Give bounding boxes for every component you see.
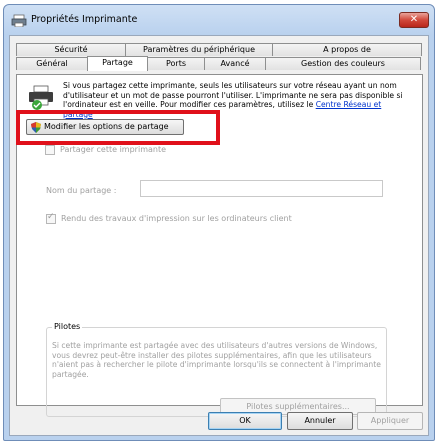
apply-button[interactable]: Appliquer (357, 412, 423, 430)
shared-printer-icon (29, 85, 53, 110)
tab-a-propos[interactable]: A propos de (272, 43, 422, 56)
tab-row-top: Sécurité Paramètres du périphérique A pr… (16, 43, 422, 56)
share-name-input[interactable] (140, 180, 383, 197)
tab-general[interactable]: Général (16, 57, 88, 70)
properties-window: Propriétés Imprimante ✕ Sécurité Paramèt… (3, 4, 435, 441)
tab-gestion-couleurs[interactable]: Gestion des couleurs (265, 57, 421, 70)
close-button[interactable]: ✕ (399, 12, 429, 28)
close-icon: ✕ (409, 14, 419, 25)
tab-row-bottom: Général Partage Ports Avancé Gestion des… (16, 56, 421, 71)
tab-partage[interactable]: Partage (87, 56, 148, 71)
cancel-button[interactable]: Annuler (287, 412, 353, 430)
title-bar[interactable]: Propriétés Imprimante ✕ (4, 5, 434, 35)
window-title: Propriétés Imprimante (31, 14, 138, 25)
ok-button[interactable]: OK (208, 412, 282, 430)
share-name-label: Nom du partage : (46, 186, 117, 195)
tab-avance[interactable]: Avancé (204, 57, 266, 70)
printer-icon (11, 14, 27, 27)
render-jobs-label: Rendu des travaux d'impression sur les o… (61, 214, 292, 223)
highlight-box (16, 110, 220, 145)
dialog-body: Sécurité Paramètres du périphérique A pr… (9, 35, 429, 436)
drivers-description: Si cette imprimante est partagée avec de… (52, 341, 381, 379)
render-jobs-checkbox[interactable] (46, 212, 56, 224)
tab-parametres-peripherique[interactable]: Paramètres du périphérique (125, 43, 273, 56)
share-printer-checkbox[interactable] (45, 145, 55, 155)
tab-ports[interactable]: Ports (147, 57, 205, 70)
tab-securite[interactable]: Sécurité (16, 43, 126, 56)
drivers-group-title: Pilotes (52, 322, 83, 331)
share-printer-label: Partager cette imprimante (60, 145, 167, 154)
